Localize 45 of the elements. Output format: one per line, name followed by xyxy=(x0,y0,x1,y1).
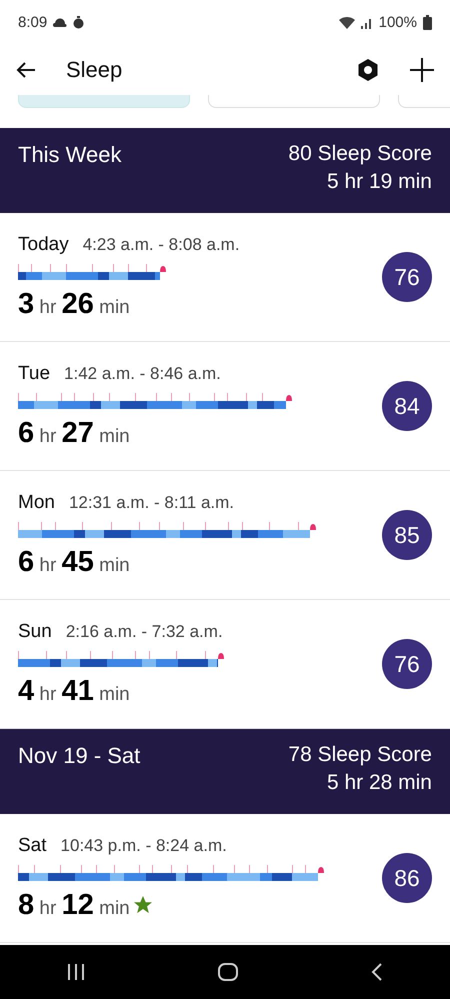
sleep-duration: 6 hr 27 min xyxy=(18,416,130,450)
week-title: Nov 19 - Sat xyxy=(18,743,140,770)
sleep-time-range: 12:31 a.m. - 8:11 a.m. xyxy=(68,492,234,512)
home-icon[interactable] xyxy=(218,963,238,981)
sleep-entry[interactable]: Mon 12:31 a.m. - 8:11 a.m. 6 hr 45 min 85 xyxy=(0,471,450,600)
back-arrow-icon[interactable] xyxy=(16,61,36,79)
week-sleep-score: 80 Sleep Score xyxy=(288,142,432,166)
sleep-score-badge: 86 xyxy=(382,853,432,903)
sleep-duration: 3 hr 26 min xyxy=(18,288,130,320)
sleep-time-range: 2:16 a.m. - 7:32 a.m. xyxy=(66,622,223,642)
screen-title: Sleep xyxy=(66,57,124,83)
stopwatch-icon xyxy=(73,16,84,29)
sleep-time-range: 10:43 p.m. - 8:24 a.m. xyxy=(60,836,227,856)
sleep-entry[interactable]: Sun 2:16 a.m. - 7:32 a.m. 4 hr 41 min 76 xyxy=(0,600,450,729)
week-sleep-score: 78 Sleep Score xyxy=(288,743,432,767)
day-label: Mon xyxy=(18,492,55,514)
sleep-time-range: 4:23 a.m. - 8:08 a.m. xyxy=(82,234,240,254)
sleep-score-badge: 76 xyxy=(382,252,432,302)
sleep-time-range: 1:42 a.m. - 8:46 a.m. xyxy=(64,364,221,384)
recent-apps-icon[interactable] xyxy=(66,964,85,980)
wifi-icon xyxy=(338,16,355,29)
add-icon[interactable] xyxy=(410,58,434,82)
sleep-entry[interactable]: Tue 1:42 a.m. - 8:46 a.m. 6 hr 27 min 84 xyxy=(0,342,450,471)
day-label: Tue xyxy=(18,362,50,384)
sleep-duration: 4 hr 41 min xyxy=(18,674,130,708)
status-time: 8:09 xyxy=(18,14,48,31)
signal-icon xyxy=(360,16,373,28)
sleep-score-badge: 85 xyxy=(382,510,432,560)
week-average-duration: 5 hr 28 min xyxy=(326,771,432,795)
battery-percentage: 100% xyxy=(378,14,417,31)
week-average-duration: 5 hr 19 min xyxy=(326,170,432,194)
sleep-score-badge: 84 xyxy=(382,381,432,431)
sleep-entry[interactable]: Sat 10:43 p.m. - 8:24 a.m. 8 hr 12 min 86 xyxy=(0,814,450,943)
sleep-score-badge: 76 xyxy=(382,639,432,689)
cloud-icon xyxy=(53,18,68,27)
day-label: Sat xyxy=(18,834,47,856)
settings-icon[interactable] xyxy=(356,58,380,82)
sleep-duration: 8 hr 12 min xyxy=(18,888,130,922)
day-label: Sun xyxy=(18,620,52,642)
day-label: Today xyxy=(18,234,69,256)
week-title: This Week xyxy=(18,142,122,169)
back-icon[interactable] xyxy=(371,963,384,981)
battery-icon xyxy=(423,15,432,30)
sleep-duration: 6 hr 45 min xyxy=(18,546,130,578)
sleep-entry[interactable]: Today 4:23 a.m. - 8:08 a.m. 3 hr 26 min 76 xyxy=(0,213,450,342)
